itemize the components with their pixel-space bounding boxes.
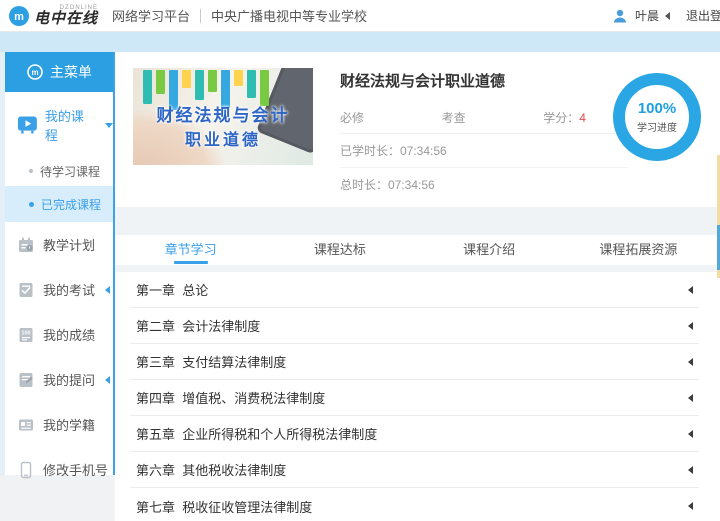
expand-arrow-icon[interactable] (688, 466, 693, 474)
progress-ring: 100% 学习进度 (613, 73, 701, 161)
main-menu-logo-icon: m (26, 63, 44, 81)
chapter-title: 第一章 总论 (136, 280, 208, 299)
expand-arrow-icon[interactable] (688, 286, 693, 294)
sidebar-item-my-grades[interactable]: 100 我的成绩 (5, 312, 113, 357)
question-note-icon (17, 371, 35, 389)
chapter-row[interactable]: 第六章 其他税收法律制度 (130, 452, 699, 488)
user-menu-caret-icon[interactable] (665, 12, 670, 20)
chapter-row[interactable]: 第五章 企业所得税和个人所得税法律制度 (130, 416, 699, 452)
expand-arrow-icon[interactable] (688, 394, 693, 402)
svg-text:m: m (14, 11, 24, 23)
my-enrollment-label: 我的学籍 (43, 415, 95, 434)
sidebar-accent-line (113, 52, 115, 475)
tab-chapter-learning[interactable]: 章节学习 (116, 235, 265, 265)
sidebar: m 主菜单 我的课程 待学习课程 已完成课程 (5, 52, 113, 475)
course-title: 财经法规与会计职业道德 (340, 70, 628, 91)
header-divider (200, 9, 201, 23)
course-header-card: 财经法规与会计 职业道德 财经法规与会计职业道德 必修 考查 学分：4 已学时长… (116, 52, 713, 207)
credit-label: 学分： (543, 111, 579, 125)
course-tabs-bar: 章节学习 课程达标 课程介绍 课程拓展资源 (116, 235, 713, 265)
chapter-title: 第二章 会计法律制度 (136, 316, 260, 335)
svg-text:100: 100 (21, 330, 30, 336)
tab-course-standards[interactable]: 课程达标 (265, 235, 414, 265)
tab-course-intro[interactable]: 课程介绍 (415, 235, 564, 265)
total-time: 总时长：07:34:56 (340, 168, 628, 201)
brand-logo-icon: m (8, 5, 30, 27)
courses-todo-label: 待学习课程 (40, 163, 100, 180)
sidebar-header-main-menu: m 主菜单 (5, 52, 113, 92)
chapter-title: 第五章 企业所得税和个人所得税法律制度 (136, 424, 377, 443)
section-gap (115, 207, 720, 235)
chapter-row[interactable]: 第二章 会计法律制度 (130, 308, 699, 344)
tab-course-resources[interactable]: 课程拓展资源 (564, 235, 713, 265)
collapse-arrow-icon (105, 286, 110, 294)
chapter-title: 第三章 支付结算法律制度 (136, 352, 286, 371)
chapter-title: 第七章 税收征收管理法律制度 (136, 497, 312, 516)
user-area: 叶晨 退出登录 (611, 7, 720, 25)
course-info: 财经法规与会计职业道德 必修 考查 学分：4 已学时长：07:34:56 总时长… (340, 70, 628, 201)
sidebar-item-change-phone[interactable]: 修改手机号 (5, 447, 113, 492)
sidebar-item-teaching-plan[interactable]: 教学计划 (5, 222, 113, 267)
chapter-row[interactable]: 第四章 增值税、消费税法律制度 (130, 380, 699, 416)
chapter-list: 第一章 总论 第二章 会计法律制度 第三章 支付结算法律制度 第四章 增值税、消… (116, 272, 713, 521)
brand-logo[interactable]: m DZONLINE 电中在线 (8, 5, 98, 27)
tv-play-icon (17, 115, 38, 135)
expand-arrow-icon[interactable] (688, 502, 693, 510)
studied-time: 已学时长：07:34:56 (340, 134, 628, 168)
main-menu-title: 主菜单 (50, 62, 92, 82)
sidebar-item-my-exams[interactable]: 我的考试 (5, 267, 113, 312)
chapter-row[interactable]: 第七章 税收征收管理法律制度 (130, 488, 699, 521)
sidebar-item-courses-done[interactable]: 已完成课程 (5, 186, 113, 222)
bullet-dot-icon (29, 169, 33, 173)
id-card-icon (17, 416, 35, 434)
expand-arrow-icon[interactable] (688, 358, 693, 366)
chapter-row[interactable]: 第三章 支付结算法律制度 (130, 344, 699, 380)
teaching-plan-label: 教学计划 (43, 235, 95, 254)
chapter-row[interactable]: 第一章 总论 (130, 272, 699, 308)
courses-done-label: 已完成课程 (41, 196, 101, 213)
user-avatar-icon[interactable] (611, 7, 629, 25)
sidebar-item-my-questions[interactable]: 我的提问 (5, 357, 113, 402)
username[interactable]: 叶晨 (635, 7, 659, 24)
exam-paper-icon (17, 281, 35, 299)
course-cover-image[interactable]: 财经法规与会计 职业道德 (133, 68, 313, 165)
logout-link[interactable]: 退出登录 (686, 7, 720, 24)
sidebar-item-my-enrollment[interactable]: 我的学籍 (5, 402, 113, 447)
calendar-icon (17, 236, 35, 254)
expand-arrow-icon[interactable] (688, 322, 693, 330)
chapter-title: 第六章 其他税收法律制度 (136, 460, 286, 479)
progress-label: 学习进度 (637, 119, 677, 134)
chevron-down-icon (105, 123, 113, 128)
brand-logo-text: DZONLINE 电中在线 (34, 5, 98, 26)
platform-name: 网络学习平台 (112, 6, 190, 25)
section-gap (115, 265, 720, 272)
bullet-dot-icon (29, 202, 34, 207)
my-exams-label: 我的考试 (43, 280, 95, 299)
cover-title-line1: 财经法规与会计 (133, 101, 313, 126)
progress-percent: 100% (638, 100, 676, 117)
app-window: m DZONLINE 电中在线 网络学习平台 中央广播电视中等专业学校 叶晨 退… (0, 0, 720, 521)
school-name: 中央广播电视中等专业学校 (211, 6, 367, 25)
svg-text:m: m (31, 68, 38, 77)
sidebar-item-my-courses[interactable]: 我的课程 (5, 92, 113, 156)
course-assess-type: 考查 (442, 109, 544, 126)
my-courses-label: 我的课程 (45, 106, 94, 144)
score-sheet-icon: 100 (17, 326, 35, 344)
collapse-arrow-icon (105, 376, 110, 384)
top-header-bar: m DZONLINE 电中在线 网络学习平台 中央广播电视中等专业学校 叶晨 退… (0, 0, 720, 32)
brand-logo-name: 电中在线 (34, 11, 98, 26)
cover-title-line2: 职业道德 (133, 126, 313, 150)
my-grades-label: 我的成绩 (43, 325, 95, 344)
change-phone-label: 修改手机号 (43, 460, 108, 479)
top-blue-band (0, 32, 720, 52)
my-questions-label: 我的提问 (43, 370, 95, 389)
credit-value: 4 (579, 111, 586, 125)
chapter-title: 第四章 增值税、消费税法律制度 (136, 388, 325, 407)
phone-icon (17, 461, 35, 479)
expand-arrow-icon[interactable] (688, 430, 693, 438)
course-meta-row: 必修 考查 学分：4 (340, 102, 628, 134)
sidebar-item-courses-todo[interactable]: 待学习课程 (5, 156, 113, 186)
course-required-badge: 必修 (340, 109, 442, 126)
